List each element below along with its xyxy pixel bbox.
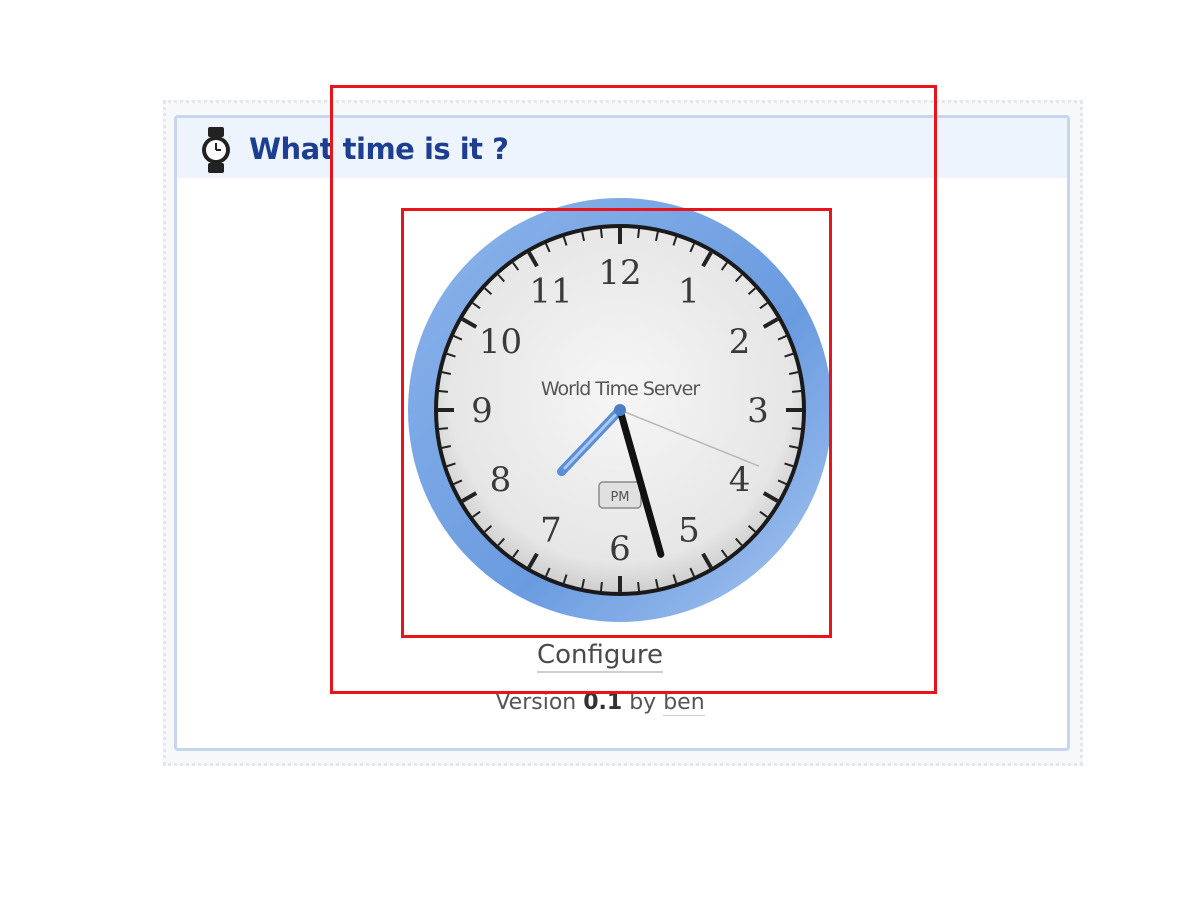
- numeral-11: 11: [529, 271, 572, 311]
- minute-tick: [637, 581, 641, 592]
- configure-link[interactable]: Configure: [536, 640, 663, 673]
- version-info: Version 0.1 by ben: [0, 690, 1200, 716]
- numeral-6: 6: [609, 529, 631, 569]
- version-prefix: Version: [495, 690, 577, 715]
- minute-tick: [438, 427, 449, 431]
- hands-pivot: [614, 404, 626, 416]
- numeral-7: 7: [540, 511, 562, 551]
- minute-tick: [637, 228, 641, 239]
- analog-clock[interactable]: 12 1 2 3 4 5 6 7 8 9 10 11 World Time Server PM: [402, 195, 842, 635]
- numeral-10: 10: [479, 322, 522, 362]
- numeral-3: 3: [747, 391, 769, 431]
- numeral-8: 8: [490, 460, 512, 500]
- minute-tick: [599, 228, 603, 239]
- author-link[interactable]: ben: [663, 690, 705, 716]
- minute-tick: [791, 427, 802, 431]
- widget-title: What time is it ?: [249, 132, 509, 166]
- minute-tick: [791, 389, 802, 393]
- version-number: 0.1: [583, 690, 623, 715]
- numeral-5: 5: [678, 511, 700, 551]
- configure-row: Configure: [0, 640, 1200, 673]
- minute-tick: [599, 581, 603, 592]
- minute-tick: [438, 389, 449, 393]
- numeral-4: 4: [729, 460, 751, 500]
- clock-face-svg: 12 12 3 45 6 78 9 1011 World Time Server PM: [408, 198, 832, 622]
- widget-header: What time is it ?: [177, 118, 1067, 178]
- numeral-2: 2: [729, 322, 751, 362]
- numeral-12: 12: [598, 253, 641, 293]
- clock-brand-label: World Time Server: [541, 378, 701, 400]
- numeral-9: 9: [471, 391, 493, 431]
- version-by: by: [629, 690, 657, 715]
- numeral-1: 1: [678, 271, 700, 311]
- wristwatch-icon: [202, 127, 230, 173]
- ampm-badge-label: PM: [610, 490, 629, 505]
